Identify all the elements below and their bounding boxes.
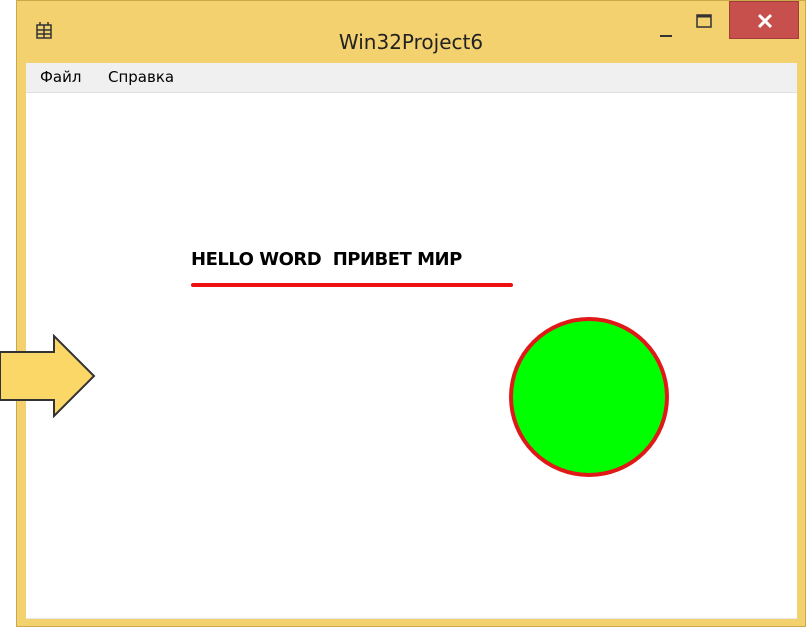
maximize-button[interactable]	[685, 3, 723, 43]
red-underline	[191, 283, 513, 287]
app-icon[interactable]	[35, 21, 53, 39]
close-icon	[757, 13, 773, 29]
close-button[interactable]	[729, 1, 799, 39]
arrow-right-icon	[0, 334, 96, 418]
client-area: HELLO WORD ПРИВЕТ МИР	[26, 93, 797, 619]
menu-bar: Файл Справка	[26, 63, 797, 93]
title-bar[interactable]: Win32Project6	[17, 1, 805, 61]
hello-text: HELLO WORD ПРИВЕТ МИР	[191, 249, 462, 270]
minimize-icon	[660, 35, 672, 37]
maximize-icon	[696, 14, 712, 28]
green-circle	[509, 317, 669, 477]
app-window: Win32Project6 Файл Справка HELLO WORD ПР…	[16, 0, 806, 627]
screenshot-stage: Win32Project6 Файл Справка HELLO WORD ПР…	[0, 0, 808, 628]
menu-file[interactable]: Файл	[36, 68, 85, 86]
menu-help[interactable]: Справка	[104, 68, 178, 86]
minimize-button[interactable]	[647, 3, 685, 43]
